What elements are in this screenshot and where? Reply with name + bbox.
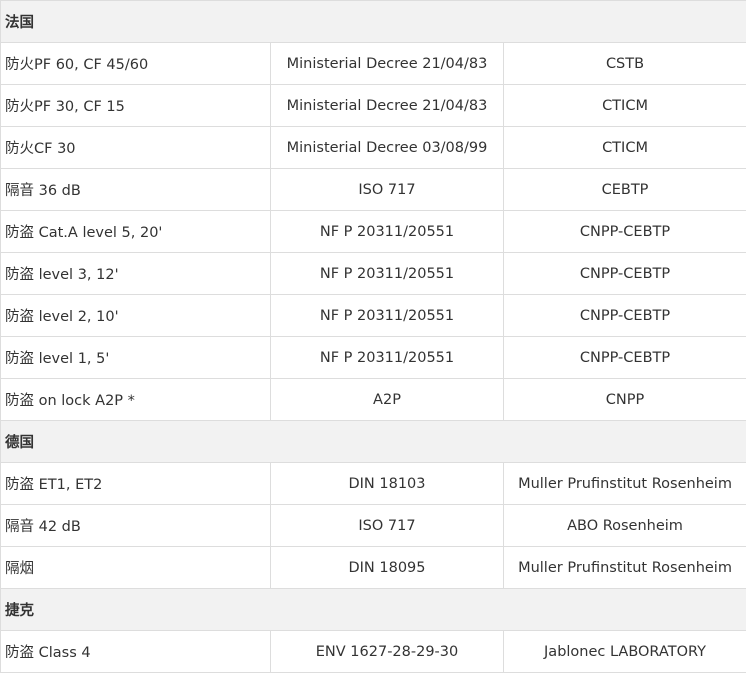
test-item-cell: 隔音 36 dB <box>0 168 271 211</box>
test-item-cell: 防盗 on lock A2P * <box>0 378 271 421</box>
institute-cell: CNPP-CEBTP <box>502 210 746 253</box>
table-row: 防盗 ET1, ET2 DIN 18103 Muller Prufinstitu… <box>0 462 746 505</box>
test-item-cell: 防火CF 30 <box>0 126 271 169</box>
table-row: 防盗 level 3, 12' NF P 20311/20551 CNPP-CE… <box>0 252 746 295</box>
test-item-cell: 防盗 ET1, ET2 <box>0 462 271 505</box>
test-item-cell: 防盗 Class 4 <box>0 630 271 673</box>
standard-cell: NF P 20311/20551 <box>270 252 504 295</box>
table-row: 防盗 level 1, 5' NF P 20311/20551 CNPP-CEB… <box>0 336 746 379</box>
standard-cell: Ministerial Decree 21/04/83 <box>270 42 504 85</box>
test-item-cell: 隔音 42 dB <box>0 504 271 547</box>
standard-cell: DIN 18095 <box>270 546 504 589</box>
table-row: 防火PF 60, CF 45/60 Ministerial Decree 21/… <box>0 42 746 85</box>
test-item-cell: 防火PF 60, CF 45/60 <box>0 42 271 85</box>
standard-cell: NF P 20311/20551 <box>270 336 504 379</box>
standard-cell: ISO 717 <box>270 168 504 211</box>
institute-cell: CNPP-CEBTP <box>502 252 746 295</box>
standard-cell: Ministerial Decree 21/04/83 <box>270 84 504 127</box>
standard-cell: NF P 20311/20551 <box>270 210 504 253</box>
institute-cell: CSTB <box>502 42 746 85</box>
institute-cell: CTICM <box>502 126 746 169</box>
section-header-row: 德国 <box>0 420 746 463</box>
table-row: 防盗 Class 4 ENV 1627-28-29-30 Jablonec LA… <box>0 630 746 673</box>
table-row: 防火CF 30 Ministerial Decree 03/08/99 CTIC… <box>0 126 746 169</box>
standard-cell: NF P 20311/20551 <box>270 294 504 337</box>
table-row: 防盗 on lock A2P * A2P CNPP <box>0 378 746 421</box>
test-item-cell: 防盗 level 1, 5' <box>0 336 271 379</box>
institute-cell: Jablonec LABORATORY <box>502 630 746 673</box>
section-header-row: 法国 <box>0 0 746 43</box>
institute-cell: CEBTP <box>502 168 746 211</box>
test-item-cell: 防盗 level 3, 12' <box>0 252 271 295</box>
standard-cell: Ministerial Decree 03/08/99 <box>270 126 504 169</box>
institute-cell: Muller Prufinstitut Rosenheim <box>502 546 746 589</box>
test-item-cell: 防盗 Cat.A level 5, 20' <box>0 210 271 253</box>
test-item-cell: 隔烟 <box>0 546 271 589</box>
institute-cell: ABO Rosenheim <box>502 504 746 547</box>
institute-cell: CNPP-CEBTP <box>502 336 746 379</box>
standard-cell: A2P <box>270 378 504 421</box>
table-row: 防盗 level 2, 10' NF P 20311/20551 CNPP-CE… <box>0 294 746 337</box>
table-row: 防火PF 30, CF 15 Ministerial Decree 21/04/… <box>0 84 746 127</box>
institute-cell: Muller Prufinstitut Rosenheim <box>502 462 746 505</box>
section-title: 捷克 <box>0 588 746 631</box>
section-title: 法国 <box>0 0 746 43</box>
test-item-cell: 防盗 level 2, 10' <box>0 294 271 337</box>
section-title: 德国 <box>0 420 746 463</box>
section-header-row: 捷克 <box>0 588 746 631</box>
standard-cell: DIN 18103 <box>270 462 504 505</box>
standard-cell: ISO 717 <box>270 504 504 547</box>
standard-cell: ENV 1627-28-29-30 <box>270 630 504 673</box>
table-row: 隔烟 DIN 18095 Muller Prufinstitut Rosenhe… <box>0 546 746 589</box>
institute-cell: CNPP <box>502 378 746 421</box>
table-row: 隔音 42 dB ISO 717 ABO Rosenheim <box>0 504 746 547</box>
institute-cell: CNPP-CEBTP <box>502 294 746 337</box>
certification-table: 法国 防火PF 60, CF 45/60 Ministerial Decree … <box>0 0 746 673</box>
table-row: 防盗 Cat.A level 5, 20' NF P 20311/20551 C… <box>0 210 746 253</box>
institute-cell: CTICM <box>502 84 746 127</box>
test-item-cell: 防火PF 30, CF 15 <box>0 84 271 127</box>
table-row: 隔音 36 dB ISO 717 CEBTP <box>0 168 746 211</box>
